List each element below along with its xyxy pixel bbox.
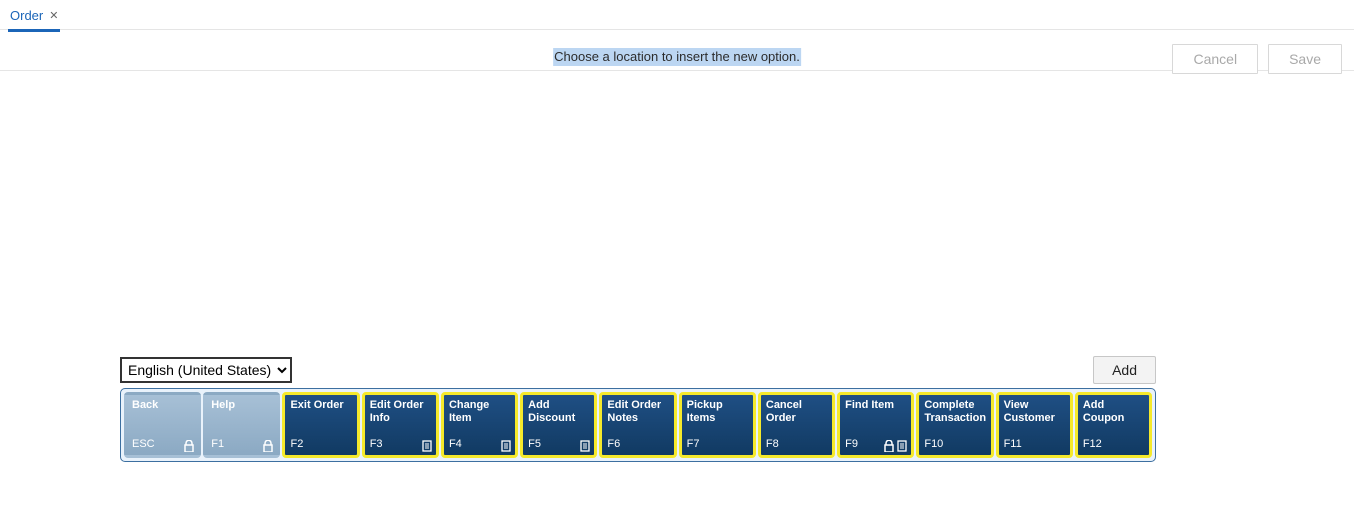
fkey-label: View Customer	[1004, 399, 1065, 424]
list-icon	[501, 440, 511, 452]
list-icon	[422, 440, 432, 452]
fkey-icons	[501, 440, 511, 452]
fkey-hotkey: F11	[1004, 438, 1022, 451]
fkey-hotkey: F9	[845, 438, 858, 451]
fkey-f8[interactable]: Cancel Order F8	[758, 392, 835, 458]
fkey-f5[interactable]: Add Discount F5	[520, 392, 597, 458]
fkey-label: Change Item	[449, 399, 510, 424]
fkey-f9[interactable]: Find Item F9	[837, 392, 914, 458]
fkey-icons	[884, 440, 907, 452]
lower-panel: English (United States) Add Back ESC Help F…	[120, 356, 1156, 462]
tab-order[interactable]: Order ✕	[8, 6, 60, 32]
fkey-label: Add Discount	[528, 399, 589, 424]
lock-icon	[884, 440, 894, 452]
list-icon	[580, 440, 590, 452]
fkey-hotkey: F2	[290, 438, 303, 451]
fkey-f4[interactable]: Change Item F4	[441, 392, 518, 458]
fkey-label: Exit Order	[290, 399, 351, 412]
fkey-icons	[263, 440, 273, 452]
fkey-hotkey: F8	[766, 438, 779, 451]
fkey-label: Cancel Order	[766, 399, 827, 424]
fkey-hotkey: F4	[449, 438, 462, 451]
fkey-label: Edit Order Notes	[607, 399, 668, 424]
fkey-hotkey: F10	[924, 438, 943, 451]
instruction-text: Choose a location to insert the new opti…	[553, 48, 801, 66]
fkey-esc[interactable]: Back ESC	[124, 392, 201, 458]
fkey-label: Pickup Items	[687, 399, 748, 424]
fkey-hotkey: F6	[607, 438, 620, 451]
fkey-hotkey: F7	[687, 438, 700, 451]
add-button[interactable]: Add	[1093, 356, 1156, 384]
tab-label: Order	[10, 8, 43, 23]
fkey-f3[interactable]: Edit Order Info F3	[362, 392, 439, 458]
fkey-icons	[422, 440, 432, 452]
fkey-label: Complete Transaction	[924, 399, 985, 424]
fkey-hotkey: F5	[528, 438, 541, 451]
fkey-f11[interactable]: View Customer F11	[996, 392, 1073, 458]
function-key-bar: Back ESC Help F1 Exit Order F2 Edit Order Info…	[120, 388, 1156, 462]
list-icon	[897, 440, 907, 452]
page-header: Choose a location to insert the new opti…	[0, 48, 1354, 80]
save-button[interactable]: Save	[1268, 44, 1342, 74]
fkey-label: Edit Order Info	[370, 399, 431, 424]
fkey-hotkey: F1	[211, 438, 224, 451]
fkey-label: Help	[211, 399, 272, 412]
fkey-f2[interactable]: Exit Order F2	[282, 392, 359, 458]
tab-strip: Order ✕	[0, 0, 1354, 30]
language-select[interactable]: English (United States)	[120, 357, 292, 383]
fkey-label: Back	[132, 399, 193, 412]
fkey-icons	[184, 440, 194, 452]
lock-icon	[263, 440, 273, 452]
fkey-f12[interactable]: Add Coupon F12	[1075, 392, 1152, 458]
fkey-hotkey: ESC	[132, 438, 155, 451]
fkey-f7[interactable]: Pickup Items F7	[679, 392, 756, 458]
fkey-label: Find Item	[845, 399, 906, 412]
fkey-f10[interactable]: Complete Transaction F10	[916, 392, 993, 458]
row-controls: English (United States) Add	[120, 356, 1156, 384]
fkey-f6[interactable]: Edit Order Notes F6	[599, 392, 676, 458]
close-icon[interactable]: ✕	[49, 9, 58, 22]
lock-icon	[184, 440, 194, 452]
fkey-f1[interactable]: Help F1	[203, 392, 280, 458]
cancel-button[interactable]: Cancel	[1172, 44, 1258, 74]
fkey-label: Add Coupon	[1083, 399, 1144, 424]
fkey-hotkey: F12	[1083, 438, 1102, 451]
fkey-hotkey: F3	[370, 438, 383, 451]
fkey-icons	[580, 440, 590, 452]
header-buttons: Cancel Save	[1172, 44, 1342, 74]
